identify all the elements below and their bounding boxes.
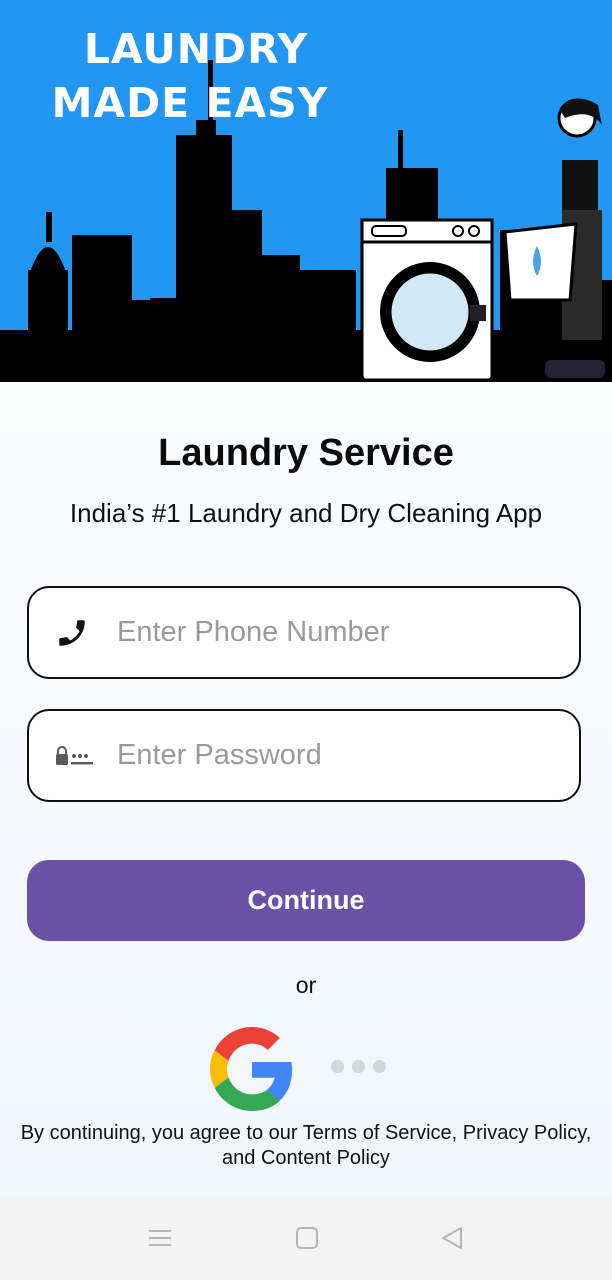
password-input[interactable] — [115, 738, 559, 773]
phone-field[interactable] — [27, 586, 581, 679]
washing-machine-illustration — [360, 218, 494, 382]
menu-icon[interactable] — [145, 1223, 175, 1253]
home-square-icon[interactable] — [292, 1223, 322, 1253]
terms-line2: and Content Policy — [222, 1147, 390, 1169]
terms-text: By continuing, you agree to our Terms of… — [0, 1121, 612, 1171]
hero-banner: LAUNDRY MADE EASY — [0, 0, 612, 382]
back-triangle-icon[interactable] — [437, 1223, 467, 1253]
lock-password-icon — [55, 745, 103, 767]
system-navigation-bar — [0, 1198, 612, 1280]
continue-button[interactable]: Continue — [27, 860, 585, 941]
google-icon[interactable] — [210, 1027, 294, 1111]
hero-title-line1: LAUNDRY — [83, 25, 309, 73]
hero-title-line2: MADE EASY — [51, 79, 329, 127]
phone-icon — [55, 616, 103, 650]
phone-input[interactable] — [115, 615, 559, 650]
or-divider: or — [295, 972, 317, 998]
password-field[interactable] — [27, 709, 581, 802]
app-title: Laundry Service — [158, 432, 454, 474]
more-options-icon[interactable] — [331, 1060, 386, 1073]
hero-title: LAUNDRY MADE EASY — [0, 22, 380, 130]
app-subtitle: India’s #1 Laundry and Dry Cleaning App — [69, 498, 543, 528]
terms-line1: By continuing, you agree to our Terms of… — [20, 1122, 592, 1144]
